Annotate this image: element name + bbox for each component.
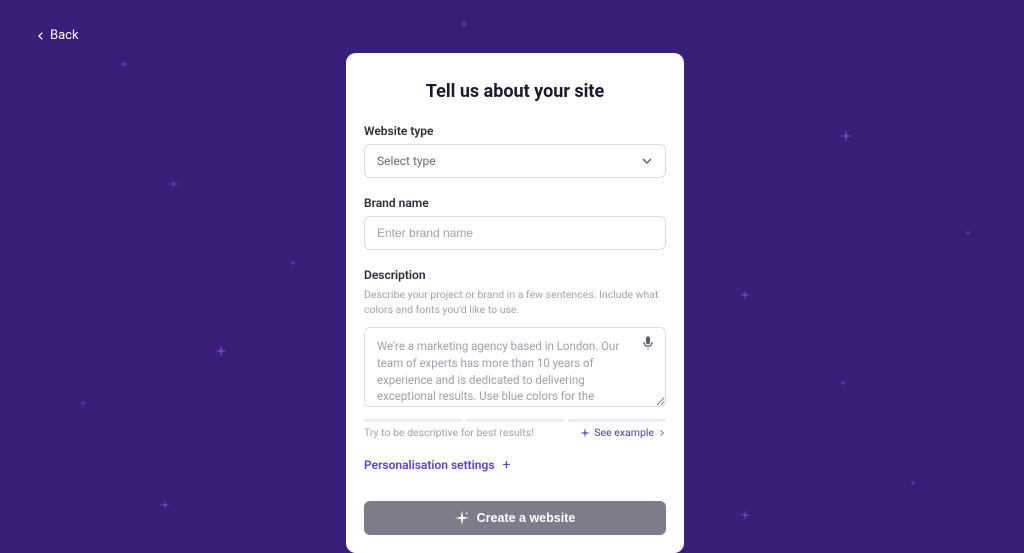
description-tip: Try to be descriptive for best results! [364, 426, 534, 439]
website-type-select[interactable]: Select type [364, 144, 666, 178]
sparkle-icon [460, 20, 468, 28]
sparkle-icon [120, 60, 128, 68]
see-example-label: See example [594, 426, 654, 439]
sparkle-icon [740, 290, 750, 300]
sparkle-icon [840, 130, 852, 142]
personalisation-toggle[interactable]: Personalisation settings + [364, 457, 666, 473]
onboarding-card: Tell us about your site Website type Sel… [346, 53, 684, 553]
brand-name-input[interactable] [364, 216, 666, 250]
description-label: Description [364, 268, 666, 282]
back-label: Back [50, 28, 79, 43]
sparkle-icon [910, 480, 916, 486]
plus-icon: + [503, 457, 511, 473]
sparkle-icon [290, 260, 296, 266]
description-textarea[interactable] [364, 327, 666, 407]
sparkle-icon [80, 400, 86, 406]
chevron-down-icon [641, 155, 653, 167]
sparkle-icon [580, 428, 590, 438]
create-website-button[interactable]: Create a website [364, 501, 666, 535]
strength-segment [568, 419, 666, 422]
microphone-icon[interactable] [640, 335, 656, 351]
website-type-placeholder: Select type [377, 154, 436, 168]
website-type-label: Website type [364, 124, 666, 138]
sparkle-icon [215, 345, 227, 357]
sparkle-icon [160, 500, 170, 510]
sparkle-icon [840, 380, 846, 386]
strength-segment [466, 419, 564, 422]
chevron-left-icon [36, 31, 46, 41]
sparkle-icon [740, 510, 750, 520]
back-button[interactable]: Back [36, 28, 79, 43]
sparkle-icon [965, 230, 971, 236]
description-hint: Describe your project or brand in a few … [364, 288, 666, 317]
brand-name-label: Brand name [364, 196, 666, 210]
personalisation-label: Personalisation settings [364, 458, 495, 472]
see-example-link[interactable]: See example [580, 426, 666, 439]
card-title: Tell us about your site [364, 81, 666, 102]
create-website-label: Create a website [477, 511, 576, 525]
sparkle-icon [170, 180, 178, 188]
chevron-right-icon [658, 429, 666, 437]
sparkle-icon [455, 511, 469, 525]
strength-segment [364, 419, 462, 422]
description-strength-bar [364, 419, 666, 422]
